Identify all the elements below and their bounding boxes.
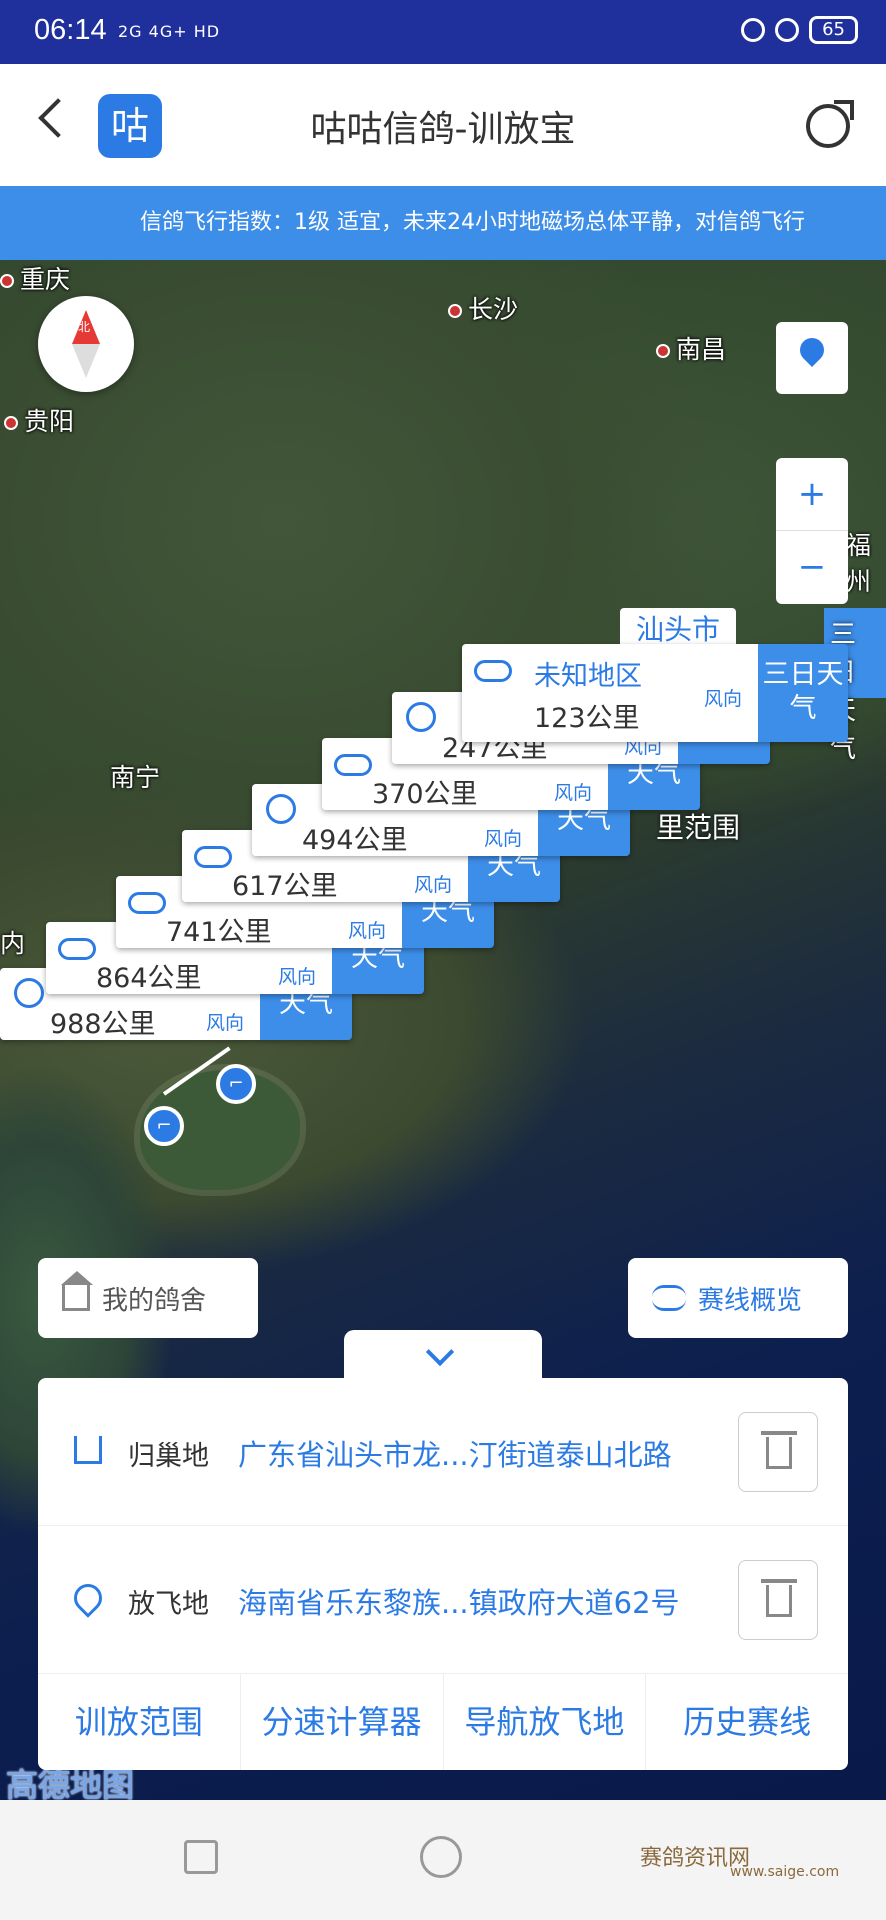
- my-loft-label: 我的鸽舍: [102, 1285, 207, 1316]
- chevron-down-icon: [425, 1337, 455, 1367]
- route-overview-button[interactable]: 赛线概览: [628, 1258, 848, 1338]
- app-header: 咕 咕咕信鸽-训放宝: [0, 64, 886, 186]
- release-marker-icon[interactable]: ⌐: [144, 1106, 184, 1146]
- release-label: 放飞地: [128, 1589, 209, 1620]
- location-pin-icon: [68, 1578, 108, 1618]
- panel-collapse-tab[interactable]: [344, 1330, 542, 1378]
- signal-indicator: 2G 4G+ HD: [118, 22, 221, 41]
- lock-icon: [741, 18, 766, 42]
- recent-apps-button[interactable]: [184, 1840, 218, 1874]
- home-address[interactable]: 广东省汕头市龙...汀街道泰山北路: [238, 1432, 672, 1474]
- city-label: 重庆: [0, 260, 70, 296]
- compass-icon[interactable]: 北: [38, 296, 134, 392]
- city-label: 长沙: [448, 290, 518, 326]
- home-row[interactable]: 归巢地 广东省汕头市龙...汀街道泰山北路: [38, 1378, 848, 1526]
- city-label: 福州: [846, 531, 872, 596]
- route-icon: [652, 1285, 686, 1311]
- tab-speed-calculator[interactable]: 分速计算器: [241, 1674, 444, 1770]
- zoom-control[interactable]: + −: [776, 458, 848, 604]
- status-icons: 65: [741, 16, 858, 44]
- tab-navigate-release[interactable]: 导航放飞地: [444, 1674, 647, 1770]
- city-label: 南宁: [110, 763, 161, 792]
- flight-index-banner[interactable]: 信鸽飞行指数：1级 适宜，未来24小时地磁场总体平静，对信鸽飞行: [0, 186, 886, 260]
- delete-home-button[interactable]: [738, 1412, 818, 1492]
- status-bar: 06:14 2G 4G+ HD 65: [0, 0, 886, 64]
- city-label: 内: [0, 929, 26, 958]
- delete-release-button[interactable]: [738, 1560, 818, 1640]
- range-label: 里范围: [656, 811, 741, 844]
- home-marker-icon[interactable]: ⌐: [216, 1064, 256, 1104]
- destination-label[interactable]: 汕头市: [620, 608, 737, 648]
- home-label: 归巢地: [128, 1441, 209, 1472]
- watermark-url: www.saige.com: [730, 1864, 840, 1880]
- battery-icon: 65: [809, 16, 858, 44]
- house-icon: [61, 1271, 93, 1311]
- distance-card-nearest[interactable]: 未知地区 123公里 风向 三日天气: [462, 644, 848, 742]
- share-icon[interactable]: [806, 100, 854, 148]
- trash-icon: [766, 1437, 792, 1469]
- status-time: 06:14: [34, 14, 107, 46]
- page-title: 咕咕信鸽-训放宝: [310, 109, 576, 150]
- alarm-icon: [775, 18, 800, 42]
- trash-icon: [766, 1585, 792, 1617]
- city-label: 南昌: [656, 330, 726, 366]
- locate-button[interactable]: [776, 322, 848, 394]
- my-loft-button[interactable]: 我的鸽舍: [38, 1258, 258, 1338]
- function-tabs: 训放范围 分速计算器 导航放飞地 历史赛线: [38, 1674, 848, 1770]
- release-address[interactable]: 海南省乐东黎族...镇政府大道62号: [238, 1580, 680, 1622]
- zoom-out-button[interactable]: −: [776, 531, 848, 604]
- location-pin-icon: [795, 333, 829, 367]
- home-button[interactable]: [420, 1836, 462, 1878]
- release-row[interactable]: 放飞地 海南省乐东黎族...镇政府大道62号: [38, 1526, 848, 1674]
- system-navigation-bar: 赛鸽资讯网 www.saige.com: [0, 1800, 886, 1920]
- house-icon: [74, 1436, 102, 1464]
- route-panel: 归巢地 广东省汕头市龙...汀街道泰山北路 放飞地 海南省乐东黎族...镇政府大…: [38, 1378, 848, 1770]
- city-label: 贵阳: [4, 402, 74, 438]
- tab-history-routes[interactable]: 历史赛线: [646, 1674, 848, 1770]
- zoom-in-button[interactable]: +: [776, 458, 848, 531]
- tab-training-range[interactable]: 训放范围: [38, 1674, 241, 1770]
- route-overview-label: 赛线概览: [698, 1285, 803, 1316]
